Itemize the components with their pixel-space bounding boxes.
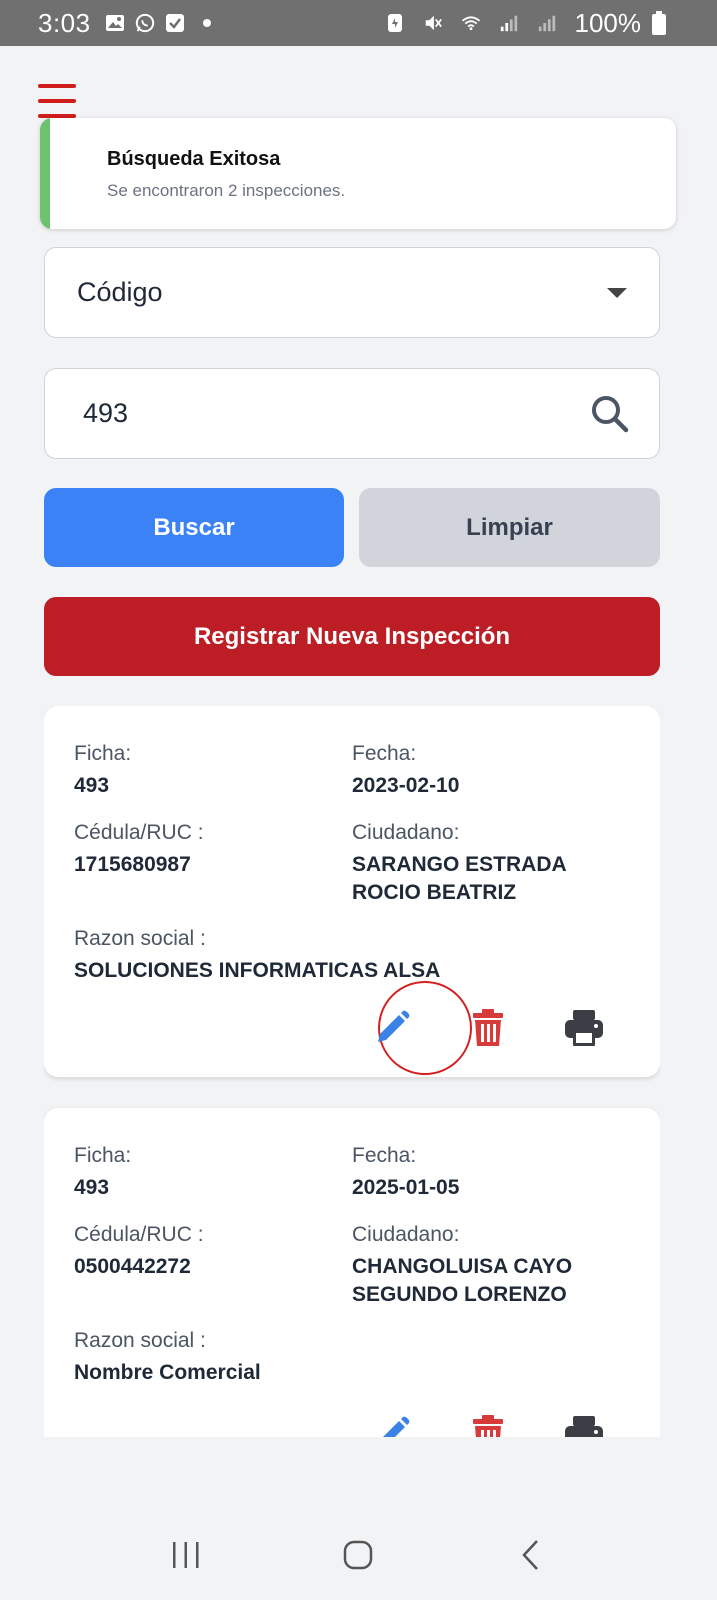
recents-icon[interactable] — [156, 1525, 216, 1585]
dot-icon — [202, 19, 211, 27]
battery-icon — [649, 11, 669, 35]
ciudadano-value-line1: CHANGOLUISA CAYO — [352, 1255, 573, 1278]
success-toast: Búsqueda Exitosa Se encontraron 2 inspec… — [40, 118, 676, 229]
search-field[interactable] — [44, 368, 660, 459]
razon-label: Razon social : — [74, 927, 206, 950]
status-time: 3:03 — [38, 7, 91, 38]
clear-button[interactable]: Limpiar — [359, 488, 660, 567]
ficha-value: 493 — [74, 774, 110, 797]
ficha-field: Ficha: 493 — [74, 741, 131, 800]
battery-saver-icon — [385, 13, 405, 33]
search-input[interactable] — [83, 398, 589, 429]
ficha-value: 493 — [74, 1176, 110, 1199]
cedula-value: 1715680987 — [74, 853, 191, 876]
search-type-select[interactable]: Código — [44, 247, 660, 338]
edit-icon[interactable] — [344, 998, 440, 1058]
status-bar: 3:03 100% — [0, 0, 717, 46]
home-icon[interactable] — [328, 1525, 388, 1585]
ficha-label: Ficha: — [74, 1144, 132, 1167]
razon-value: SOLUCIONES INFORMATICAS ALSA — [74, 959, 441, 982]
search-icon[interactable] — [589, 393, 631, 435]
back-icon[interactable] — [501, 1525, 561, 1585]
delete-icon[interactable] — [440, 998, 536, 1058]
inspection-card: Ficha: 493 Fecha: 2025-01-05 Cédula/RUC … — [44, 1108, 660, 1437]
razon-field: Razon social : Nombre Comercial — [74, 1328, 261, 1387]
ciudadano-value-line2: SEGUNDO LORENZO — [352, 1283, 567, 1306]
ciudadano-label: Ciudadano: — [352, 1223, 460, 1246]
system-nav-bar — [0, 1510, 717, 1600]
toast-message: Se encontraron 2 inspecciones. — [107, 181, 346, 200]
fecha-field: Fecha: 2025-01-05 — [352, 1143, 459, 1202]
inspection-card: Ficha: 493 Fecha: 2023-02-10 Cédula/RUC … — [44, 706, 660, 1077]
battery-percent: 100% — [574, 7, 642, 38]
cedula-label: Cédula/RUC : — [74, 821, 204, 844]
ficha-field: Ficha: 493 — [74, 1143, 131, 1202]
razon-value: Nombre Comercial — [74, 1361, 261, 1384]
card-actions — [344, 1404, 632, 1437]
razon-label: Razon social : — [74, 1329, 206, 1352]
fecha-field: Fecha: 2023-02-10 — [352, 741, 459, 800]
register-inspection-button[interactable]: Registrar Nueva Inspección — [44, 597, 660, 676]
razon-field: Razon social : SOLUCIONES INFORMATICAS A… — [74, 926, 440, 985]
cedula-value: 0500442272 — [74, 1255, 191, 1278]
print-icon[interactable] — [536, 998, 632, 1058]
edit-icon[interactable] — [344, 1404, 440, 1437]
checkbox-icon — [165, 13, 185, 33]
search-button[interactable]: Buscar — [44, 488, 344, 567]
search-type-value: Código — [77, 277, 163, 307]
ciudadano-field: Ciudadano: CHANGOLUISA CAYO SEGUNDO LORE… — [352, 1222, 572, 1309]
inspection-list: Ficha: 493 Fecha: 2023-02-10 Cédula/RUC … — [44, 706, 660, 1437]
toast-title: Búsqueda Exitosa — [107, 148, 281, 170]
ciudadano-label: Ciudadano: — [352, 821, 460, 844]
hamburger-menu-icon[interactable] — [38, 84, 76, 118]
ciudadano-value-line2: ROCIO BEATRIZ — [352, 881, 517, 904]
wifi-icon — [461, 13, 481, 33]
whatsapp-icon — [135, 13, 155, 33]
fecha-label: Fecha: — [352, 1144, 417, 1167]
card-actions — [344, 998, 632, 1058]
print-icon[interactable] — [536, 1404, 632, 1437]
signal-icon — [537, 13, 557, 33]
caret-down-icon — [607, 287, 627, 298]
cedula-field: Cédula/RUC : 0500442272 — [74, 1222, 204, 1281]
toast-accent-bar — [40, 118, 50, 229]
app-screen: Búsqueda Exitosa Se encontraron 2 inspec… — [12, 46, 705, 1510]
mute-icon — [423, 13, 443, 33]
fecha-value: 2025-01-05 — [352, 1176, 460, 1199]
ficha-label: Ficha: — [74, 742, 132, 765]
cedula-label: Cédula/RUC : — [74, 1223, 204, 1246]
cedula-field: Cédula/RUC : 1715680987 — [74, 820, 204, 879]
fecha-label: Fecha: — [352, 742, 417, 765]
ciudadano-value-line1: SARANGO ESTRADA — [352, 853, 567, 876]
signal-icon — [499, 13, 519, 33]
delete-icon[interactable] — [440, 1404, 536, 1437]
ciudadano-field: Ciudadano: SARANGO ESTRADA ROCIO BEATRIZ — [352, 820, 567, 907]
fecha-value: 2023-02-10 — [352, 774, 460, 797]
gallery-icon — [105, 13, 125, 33]
